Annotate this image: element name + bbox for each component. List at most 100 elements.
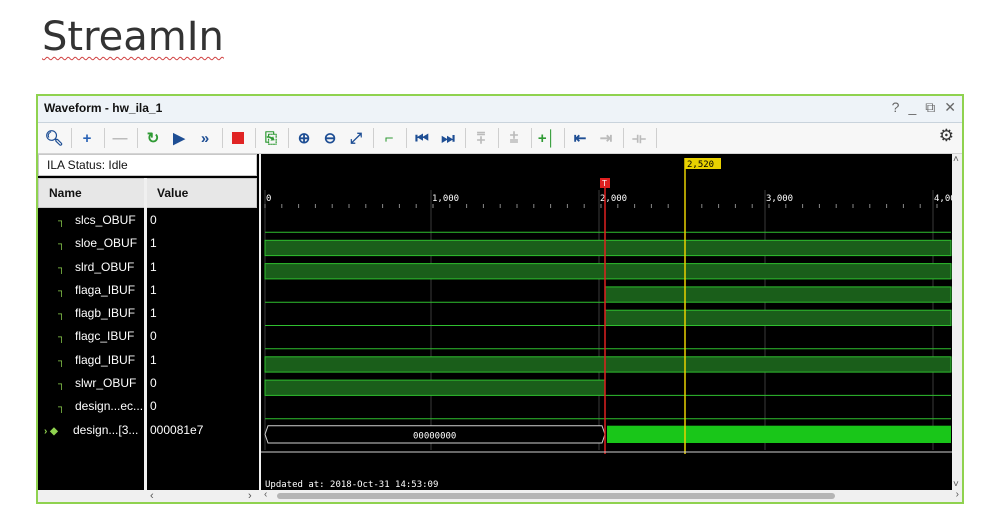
signal-name: ┐ design...ec... [38, 399, 142, 413]
waveform-high [264, 239, 606, 257]
run-icon[interactable]: ▶ [167, 126, 191, 150]
signal-icon: ┐ [58, 355, 66, 367]
ila-status: ILA Status: Idle [38, 154, 257, 176]
signal-value: 000081e7 [150, 422, 204, 437]
updated-timestamp: Updated at: 2018-Oct-31 14:53:09 [265, 480, 439, 490]
signal-name-text: slrd_OBUF [75, 259, 135, 274]
add-marker-icon[interactable]: +│ [535, 126, 559, 150]
signal-value: 1 [150, 236, 157, 251]
signal-row[interactable]: ┐ slcs_OBUF 0 [38, 209, 259, 232]
signal-icon: ┐ [58, 239, 66, 251]
waveform-high [604, 286, 952, 303]
waveform-high [604, 239, 952, 257]
signal-name-text: slwr_OBUF [75, 376, 137, 391]
signal-row[interactable]: ┐ slwr_OBUF 0 [38, 372, 259, 395]
signal-name: ┐ slwr_OBUF [38, 376, 142, 390]
signal-name: ┐ slrd_OBUF [38, 260, 142, 274]
signal-name: ┐ flagd_IBUF [38, 353, 142, 367]
left-horizontal-scrollbar[interactable]: ‹ › [38, 490, 259, 502]
signal-row[interactable]: › ◆ design...[3... 000081e7 [38, 419, 259, 442]
waveform-high [604, 263, 952, 280]
signal-name-text: design...ec... [75, 399, 142, 414]
signal-row[interactable]: ┐ flagd_IBUF 1 [38, 349, 259, 372]
signal-row[interactable]: ┐ flagb_IBUF 1 [38, 302, 259, 325]
signal-name-text: flaga_IBUF [75, 282, 136, 297]
signal-value: 1 [150, 352, 157, 367]
go-start-icon[interactable]: ⏮︎ [410, 126, 434, 150]
go-end-icon[interactable]: ⏭︎ [436, 126, 460, 150]
signal-row[interactable]: ┐ sloe_OBUF 1 [38, 232, 259, 255]
waveform-high [264, 356, 606, 373]
slide-title: StreamIn [42, 14, 224, 60]
zoom-in-add-icon[interactable]: + [75, 126, 99, 150]
signal-name-text: sloe_OBUF [75, 236, 138, 251]
name-column-header[interactable]: Name [38, 178, 145, 208]
prev-marker-icon[interactable]: ⇤ [568, 126, 592, 150]
signal-name: ┐ flagc_IBUF [38, 329, 142, 343]
waveform-high [604, 309, 952, 326]
window-title: Waveform - hw_ila_1 [44, 101, 163, 115]
signal-icon: ┐ [58, 309, 66, 321]
close-button[interactable]: ✕ [944, 99, 956, 116]
signal-name-text: design...[3... [73, 422, 139, 437]
signal-name-text: flagd_IBUF [75, 352, 136, 367]
signal-icon: ┐ [58, 379, 66, 391]
signal-value: 1 [150, 259, 157, 274]
marker-icon[interactable]: ⌐ [377, 126, 401, 150]
prev-transition-icon[interactable]: ⩱ [469, 126, 493, 150]
bus-active-segment [607, 425, 951, 443]
time-tick-label: 0 [266, 194, 271, 204]
search-icon[interactable]: 🔍︎ [42, 126, 66, 150]
signal-row[interactable]: ┐ slrd_OBUF 1 [38, 256, 259, 279]
zoom-fit-icon[interactable]: ⤢ [344, 126, 368, 150]
zoom-in-icon[interactable]: ⊕ [292, 126, 316, 150]
signal-name-text: flagb_IBUF [75, 306, 136, 321]
swap-cursors-icon[interactable]: ⟛ [627, 126, 651, 150]
signal-icon: ┐ [58, 285, 66, 297]
signal-list: ┐ slcs_OBUF 0 ┐ sloe_OBUF 1 ┐ slrd_OBUF 1 ┐ flaga_… [38, 209, 259, 442]
help-button[interactable]: ? [892, 99, 900, 116]
signal-value: 0 [150, 213, 157, 227]
fast-forward-icon[interactable]: » [193, 126, 217, 150]
signal-row[interactable]: ┐ flagc_IBUF 0 [38, 325, 259, 348]
restore-button[interactable]: ⧉ [925, 99, 935, 116]
stop-icon[interactable] [226, 126, 250, 150]
refresh-icon[interactable]: ↻ [141, 126, 165, 150]
trigger-marker-label: T [602, 179, 607, 188]
waveform-panel: 0 1,000 2,000 3,000 4,00 00000000 T 2,520 Updat… [261, 154, 962, 502]
remove-icon[interactable]: — [108, 126, 132, 150]
signal-icon: ┐ [58, 262, 66, 274]
signal-name: ┐ sloe_OBUF [38, 236, 142, 250]
horizontal-scrollbar[interactable]: ‹ › [261, 489, 962, 502]
signal-name: › ◆ design...[3... [38, 423, 142, 437]
time-tick-label: 1,000 [432, 194, 459, 204]
signal-row[interactable]: ┐ design...ec... 0 [38, 395, 259, 418]
waveform-high [264, 263, 606, 280]
waveform-high [604, 356, 952, 373]
settings-icon[interactable]: ⚙ [939, 126, 954, 146]
signal-name-text: flagc_IBUF [75, 329, 135, 344]
cursor-label: 2,520 [687, 160, 714, 170]
waveform-canvas[interactable]: 0 1,000 2,000 3,000 4,0000000000T2,520 [261, 154, 956, 480]
vertical-scrollbar[interactable]: ˄ ˅ [952, 154, 962, 490]
window-titlebar: Waveform - hw_ila_1 ? _ ⧉ ✕ [38, 96, 962, 123]
next-transition-icon[interactable]: ⩲ [502, 126, 526, 150]
bus-expand-icon: › ◆ [44, 425, 58, 437]
export-icon[interactable]: ⎘ [259, 126, 283, 150]
signal-value: 0 [150, 376, 157, 391]
signal-value: 0 [150, 329, 157, 344]
signal-icon: ┐ [58, 402, 66, 414]
signal-name: ┐ flagb_IBUF [38, 306, 142, 320]
signal-icon: ┐ [58, 216, 66, 227]
signal-name: ┐ flaga_IBUF [38, 283, 142, 297]
signal-row[interactable]: ┐ flaga_IBUF 1 [38, 279, 259, 302]
value-column-header[interactable]: Value [146, 178, 257, 208]
time-tick-label: 3,000 [766, 194, 793, 204]
zoom-out-icon[interactable]: ⊖ [318, 126, 342, 150]
signal-value: 0 [150, 399, 157, 414]
scrollbar-thumb[interactable] [277, 493, 835, 499]
next-marker-icon[interactable]: ⇥ [594, 126, 618, 150]
minimize-button[interactable]: _ [908, 99, 916, 116]
signal-name-text: slcs_OBUF [75, 213, 136, 227]
signal-name: ┐ slcs_OBUF [38, 213, 142, 227]
